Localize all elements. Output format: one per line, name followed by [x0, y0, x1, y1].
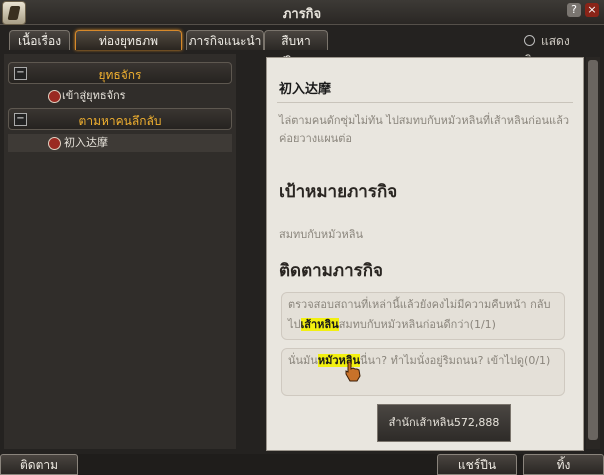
quest-item-label: 初入达摩	[64, 136, 108, 149]
hand-cursor-icon	[345, 361, 361, 382]
tab-wander[interactable]: ท่องยุทธภพ	[75, 30, 182, 50]
help-icon[interactable]: ?	[567, 3, 581, 17]
track-entry: นั่นมันหมัวหลินนี่นา? ทำไมนั่งอยู่ริมถนน…	[281, 348, 565, 396]
quest-list-item-selected[interactable]: 初入达摩	[8, 134, 232, 152]
quest-window: ภารกิจ ? × เนื้อเรื่อง ท่องยุทธภพ ภารกิจ…	[0, 0, 604, 475]
quest-marker-icon	[48, 90, 61, 103]
goal-text: สมทบกับหมัวหลิน	[279, 228, 364, 241]
radio-icon[interactable]	[524, 35, 535, 46]
track-text: สมทบกับหมัวหลินก่อนดีกว่า(1/1)	[338, 318, 496, 331]
quest-group-label: ตามหาคนลึกลับ	[78, 114, 162, 128]
share-button[interactable]: แชร์ปืน	[437, 454, 517, 475]
close-icon[interactable]: ×	[585, 3, 599, 17]
quest-group-label: ยุทธจักร	[98, 68, 142, 82]
track-location-link[interactable]: เส้าหลิน	[300, 318, 339, 331]
tab-mystery[interactable]: สืบหาปริศนา	[264, 30, 328, 68]
quest-description: ไล่ตามคนดักซุ่มไม่ทัน ไปสมทบกับหมัวหลินท…	[279, 114, 570, 145]
abandon-button[interactable]: ทิ้ง	[523, 454, 604, 475]
quest-detail-panel: 初入达摩 ไล่ตามคนดักซุ่มไม่ทัน ไปสมทบกับหมัว…	[266, 57, 584, 451]
divider	[277, 102, 573, 103]
goal-heading: เป้าหมายภารกิจ	[279, 182, 398, 202]
track-heading: ติดตามภารกิจ	[279, 261, 384, 281]
track-text: นี่นา? ทำไมนั่งอยู่ริมถนน? เข้าไปดู(0/1)	[360, 354, 551, 367]
quest-list-item[interactable]: เข้าสู่ยุทธจักร	[48, 87, 126, 105]
reward-box[interactable]: สำนักเส้าหลิน572,888	[377, 404, 511, 442]
quest-group-header[interactable]: − ยุทธจักร	[8, 62, 232, 84]
scrollbar-thumb[interactable]	[588, 60, 598, 440]
track-entry: ตรวจสอบสถานที่เหล่านี้แล้วยังคงไม่มีความ…	[281, 292, 565, 340]
title-bar[interactable]: ภารกิจ ? ×	[0, 0, 604, 25]
tab-story[interactable]: เนื้อเรื่อง	[9, 30, 70, 50]
track-button[interactable]: ติดตาม	[0, 454, 78, 475]
quest-title: 初入达摩	[279, 82, 332, 97]
quest-marker-icon	[48, 137, 61, 150]
track-text: นั่นมัน	[288, 354, 318, 367]
quest-item-label: เข้าสู่ยุทธจักร	[62, 89, 126, 102]
quest-group-header[interactable]: − ตามหาคนลึกลับ	[8, 108, 232, 130]
tab-bar: เนื้อเรื่อง ท่องยุทธภพ ภารกิจแนะนำ สืบหา…	[0, 27, 604, 68]
window-title: ภารกิจ	[282, 7, 322, 22]
tab-recommended[interactable]: ภารกิจแนะนำ	[186, 30, 264, 50]
